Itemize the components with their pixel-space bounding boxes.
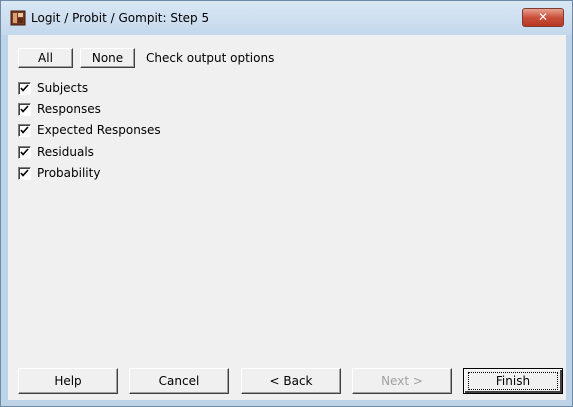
finish-button[interactable]: Finish	[463, 368, 563, 394]
subjects-label: Subjects	[37, 81, 89, 95]
title-bar[interactable]: Logit / Probit / Gompit: Step 5 ✕	[1, 1, 572, 35]
option-residuals[interactable]: Residuals	[18, 144, 94, 160]
probability-label: Probability	[37, 166, 101, 180]
option-responses[interactable]: Responses	[18, 101, 101, 117]
probability-checkbox[interactable]	[18, 166, 31, 180]
finish-label: Finish	[495, 374, 531, 388]
close-icon: ✕	[537, 10, 549, 24]
subjects-checkbox[interactable]	[18, 81, 31, 95]
next-button[interactable]: Next >	[352, 368, 452, 394]
close-button[interactable]: ✕	[522, 8, 564, 27]
option-subjects[interactable]: Subjects	[18, 80, 88, 96]
residuals-label: Residuals	[37, 145, 94, 159]
checkmark-icon	[20, 104, 29, 113]
responses-label: Responses	[37, 102, 101, 116]
checkmark-icon	[20, 83, 29, 92]
cancel-button[interactable]: Cancel	[129, 368, 229, 394]
dialog-window: Logit / Probit / Gompit: Step 5 ✕ All No…	[0, 0, 573, 407]
expected-responses-checkbox[interactable]	[18, 123, 31, 137]
window-title: Logit / Probit / Gompit: Step 5	[31, 11, 210, 25]
back-button[interactable]: < Back	[241, 368, 341, 394]
help-button[interactable]: Help	[18, 368, 118, 394]
checkmark-icon	[20, 125, 29, 134]
output-options-caption: Check output options	[146, 51, 275, 65]
checkmark-icon	[20, 168, 29, 177]
expected-responses-label: Expected Responses	[37, 123, 161, 137]
app-icon	[10, 10, 26, 26]
residuals-checkbox[interactable]	[18, 145, 31, 159]
responses-checkbox[interactable]	[18, 102, 31, 116]
none-button[interactable]: None	[80, 48, 135, 68]
option-probability[interactable]: Probability	[18, 165, 100, 181]
option-expected-responses[interactable]: Expected Responses	[18, 122, 161, 138]
checkmark-icon	[20, 147, 29, 156]
all-button[interactable]: All	[18, 48, 73, 68]
dialog-client-area: All None Check output options Subjects R…	[8, 35, 566, 400]
